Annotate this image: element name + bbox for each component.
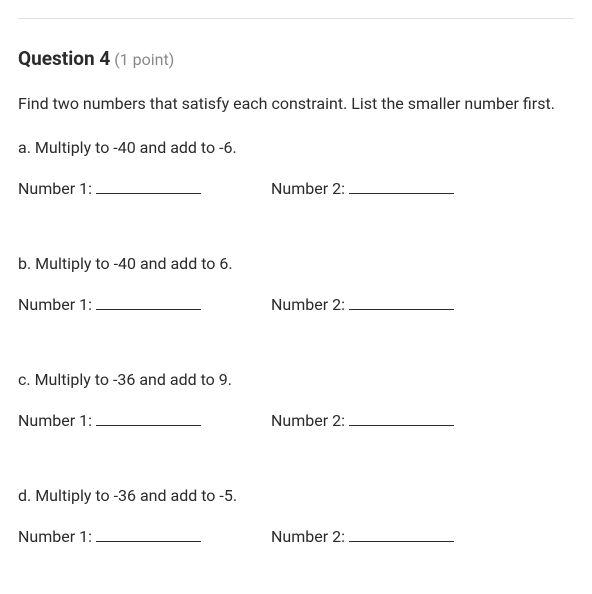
answer-blank-a-1[interactable] xyxy=(96,193,201,194)
answer-row-c: Number 1: Number 2: xyxy=(18,411,574,430)
constraint-b: b. Multiply to -40 and add to 6. xyxy=(18,254,574,273)
answer-blank-d-1[interactable] xyxy=(96,541,201,542)
subpart-b: b. Multiply to -40 and add to 6. Number … xyxy=(18,254,574,314)
constraint-d: d. Multiply to -36 and add to -5. xyxy=(18,486,574,505)
answer-label-a-2: Number 2: xyxy=(271,179,345,198)
constraint-c: c. Multiply to -36 and add to 9. xyxy=(18,370,574,389)
answer-label-d-2: Number 2: xyxy=(271,527,345,546)
answer-label-b-1: Number 1: xyxy=(18,295,92,314)
answer-blank-d-2[interactable] xyxy=(349,541,454,542)
subpart-c: c. Multiply to -36 and add to 9. Number … xyxy=(18,370,574,430)
answer-blank-a-2[interactable] xyxy=(349,193,454,194)
answer-label-d-1: Number 1: xyxy=(18,527,92,546)
answer-label-b-2: Number 2: xyxy=(271,295,345,314)
answer-row-d: Number 1: Number 2: xyxy=(18,527,574,546)
divider xyxy=(18,18,574,19)
answer-blank-c-2[interactable] xyxy=(349,425,454,426)
answer-blank-b-2[interactable] xyxy=(349,309,454,310)
question-header: Question 4 (1 point) xyxy=(18,47,574,70)
question-instructions: Find two numbers that satisfy each const… xyxy=(18,92,574,116)
answer-row-a: Number 1: Number 2: xyxy=(18,179,574,198)
subpart-a: a. Multiply to -40 and add to -6. Number… xyxy=(18,138,574,198)
question-points: (1 point) xyxy=(114,50,174,69)
constraint-a: a. Multiply to -40 and add to -6. xyxy=(18,138,574,157)
question-title: Question 4 xyxy=(18,47,110,70)
answer-row-b: Number 1: Number 2: xyxy=(18,295,574,314)
answer-label-c-2: Number 2: xyxy=(271,411,345,430)
answer-blank-c-1[interactable] xyxy=(96,425,201,426)
answer-label-a-1: Number 1: xyxy=(18,179,92,198)
answer-blank-b-1[interactable] xyxy=(96,309,201,310)
subpart-d: d. Multiply to -36 and add to -5. Number… xyxy=(18,486,574,546)
answer-label-c-1: Number 1: xyxy=(18,411,92,430)
